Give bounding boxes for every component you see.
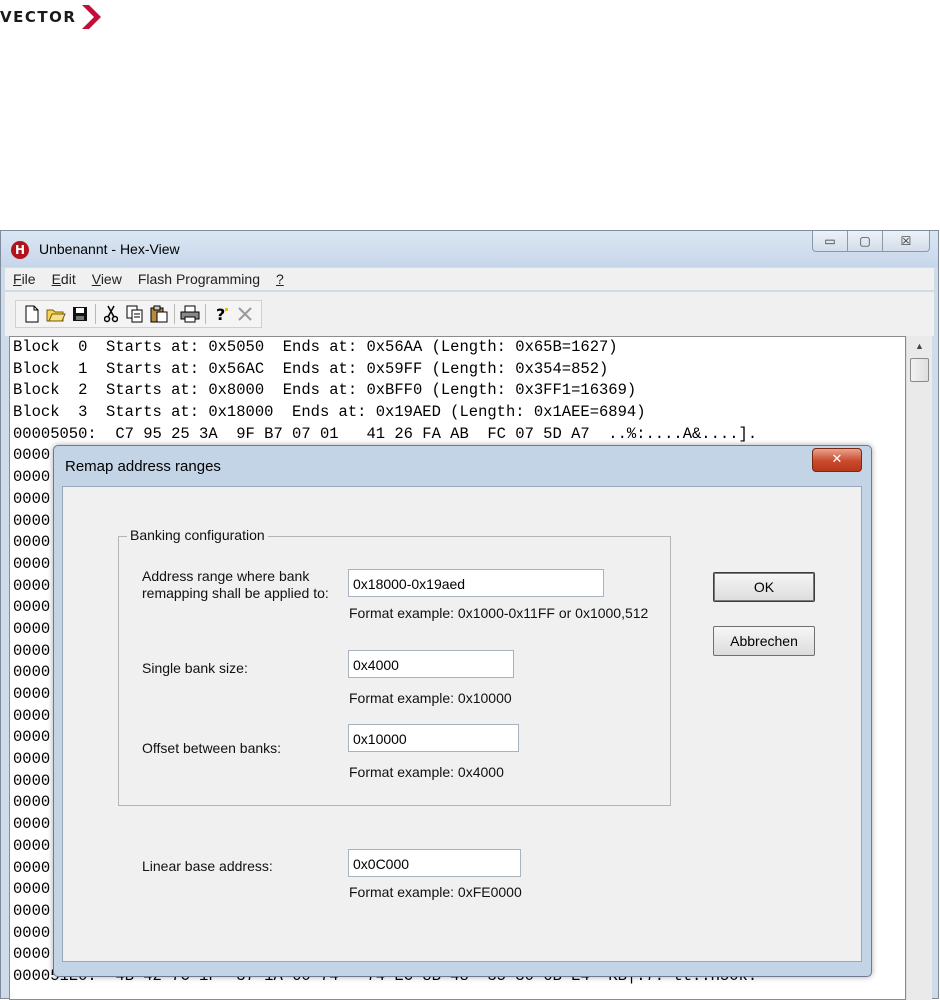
hex-line: Block 2 Starts at: 0x8000 Ends at: 0xBFF… <box>13 381 637 400</box>
copy-icon <box>126 305 143 323</box>
vertical-scrollbar[interactable]: ▲ <box>906 336 932 1000</box>
remap-address-ranges-dialog: Remap address ranges ✕ Banking configura… <box>53 445 872 977</box>
menu-help-accel: ? <box>275 271 284 287</box>
menu-help[interactable]: ? <box>268 271 292 287</box>
bank-offset-input[interactable]: 0x10000 <box>348 724 519 752</box>
toolbar-separator <box>174 304 175 324</box>
paste-icon <box>150 305 168 323</box>
menu-file-label: ile <box>21 271 36 287</box>
cancel-button[interactable]: Abbrechen <box>713 626 815 656</box>
scroll-up-icon[interactable]: ▲ <box>907 336 932 356</box>
logo-text: VECTOR <box>0 8 77 26</box>
banking-configuration-group: Banking configuration Address range wher… <box>118 527 671 806</box>
address-range-label-line2: remapping shall be applied to: <box>142 585 329 601</box>
new-file-icon <box>25 305 39 323</box>
maximize-button[interactable]: ▢ <box>847 231 883 252</box>
open-folder-icon <box>46 309 66 322</box>
menu-file[interactable]: File <box>5 271 44 287</box>
address-range-label-line1: Address range where bank <box>142 568 310 584</box>
print-icon <box>180 305 200 323</box>
hex-line: 00005050: C7 95 25 3A 9F B7 07 01 41 26 … <box>13 424 758 443</box>
menu-file-accel: F <box>13 271 22 287</box>
bank-size-input[interactable]: 0x4000 <box>348 650 514 678</box>
bank-size-label: Single bank size: <box>142 660 248 676</box>
print-button[interactable] <box>178 303 202 325</box>
minimize-button[interactable]: ▭ <box>812 231 848 252</box>
dialog-body: Banking configuration Address range wher… <box>62 486 862 962</box>
cut-icon <box>104 305 118 323</box>
toolbar-separator <box>95 304 96 324</box>
group-title: Banking configuration <box>127 527 268 543</box>
menu-flash-programming[interactable]: Flash Programming <box>130 271 268 287</box>
scroll-thumb[interactable] <box>910 358 929 382</box>
bank-size-hint: Format example: 0x10000 <box>349 690 512 706</box>
address-range-label: Address range where bank remapping shall… <box>142 568 329 602</box>
app-icon: H <box>11 241 29 259</box>
linear-base-label: Linear base address: <box>142 858 273 874</box>
linear-base-input[interactable]: 0x0C000 <box>348 849 521 877</box>
address-range-input[interactable]: 0x18000-0x19aed <box>348 569 604 597</box>
menu-edit[interactable]: Edit <box>44 271 84 287</box>
cut-button[interactable] <box>99 303 123 325</box>
close-window-button[interactable]: ☒ <box>882 231 930 252</box>
close-icon: ✕ <box>831 452 843 467</box>
ok-button[interactable]: OK <box>713 572 815 602</box>
menu-edit-accel: E <box>51 271 61 287</box>
new-file-button[interactable] <box>20 303 44 325</box>
copy-button[interactable] <box>123 303 147 325</box>
hex-line: Block 1 Starts at: 0x56AC Ends at: 0x59F… <box>13 359 609 378</box>
vector-logo: VECTOR <box>0 0 102 34</box>
linear-base-hint: Format example: 0xFE0000 <box>349 884 522 900</box>
hex-line: Block 3 Starts at: 0x18000 Ends at: 0x19… <box>13 403 646 422</box>
svg-text:?: ? <box>216 305 225 323</box>
toolbar-separator <box>205 304 206 324</box>
minimize-icon: ▭ <box>824 234 836 248</box>
close-icon: ☒ <box>900 234 912 248</box>
toolbar-strip: ? <box>15 300 262 328</box>
menu-edit-label: dit <box>60 271 76 287</box>
paste-button[interactable] <box>147 303 171 325</box>
bank-offset-hint: Format example: 0x4000 <box>349 764 504 780</box>
help-icon: ? <box>216 305 228 323</box>
menu-view-label: iew <box>100 271 122 287</box>
window-title: Unbenannt - Hex-View <box>39 241 180 257</box>
menu-flash-label: Flash Programming <box>137 271 260 287</box>
dialog-title: Remap address ranges <box>65 458 221 475</box>
cancel-x-icon <box>238 307 252 321</box>
maximize-icon: ▢ <box>859 234 871 248</box>
dialog-close-button[interactable]: ✕ <box>812 448 862 472</box>
stop-button[interactable] <box>233 303 257 325</box>
toolbar: ? <box>5 291 934 336</box>
logo-chevron-icon <box>82 5 102 29</box>
save-button[interactable] <box>68 303 92 325</box>
window-controls: ▭ ▢ ☒ <box>812 231 930 252</box>
address-range-hint: Format example: 0x1000-0x11FF or 0x1000,… <box>349 605 649 621</box>
title-bar[interactable]: H Unbenannt - Hex-View ▭ ▢ ☒ <box>1 231 938 267</box>
menu-view-accel: V <box>91 271 101 287</box>
hex-line: Block 0 Starts at: 0x5050 Ends at: 0x56A… <box>13 338 618 356</box>
bank-offset-label: Offset between banks: <box>142 740 282 756</box>
menu-view[interactable]: View <box>84 271 130 287</box>
menu-bar: File Edit View Flash Programming ? <box>5 268 934 290</box>
save-icon <box>73 307 87 321</box>
open-button[interactable] <box>44 303 68 325</box>
help-button[interactable]: ? <box>209 303 233 325</box>
